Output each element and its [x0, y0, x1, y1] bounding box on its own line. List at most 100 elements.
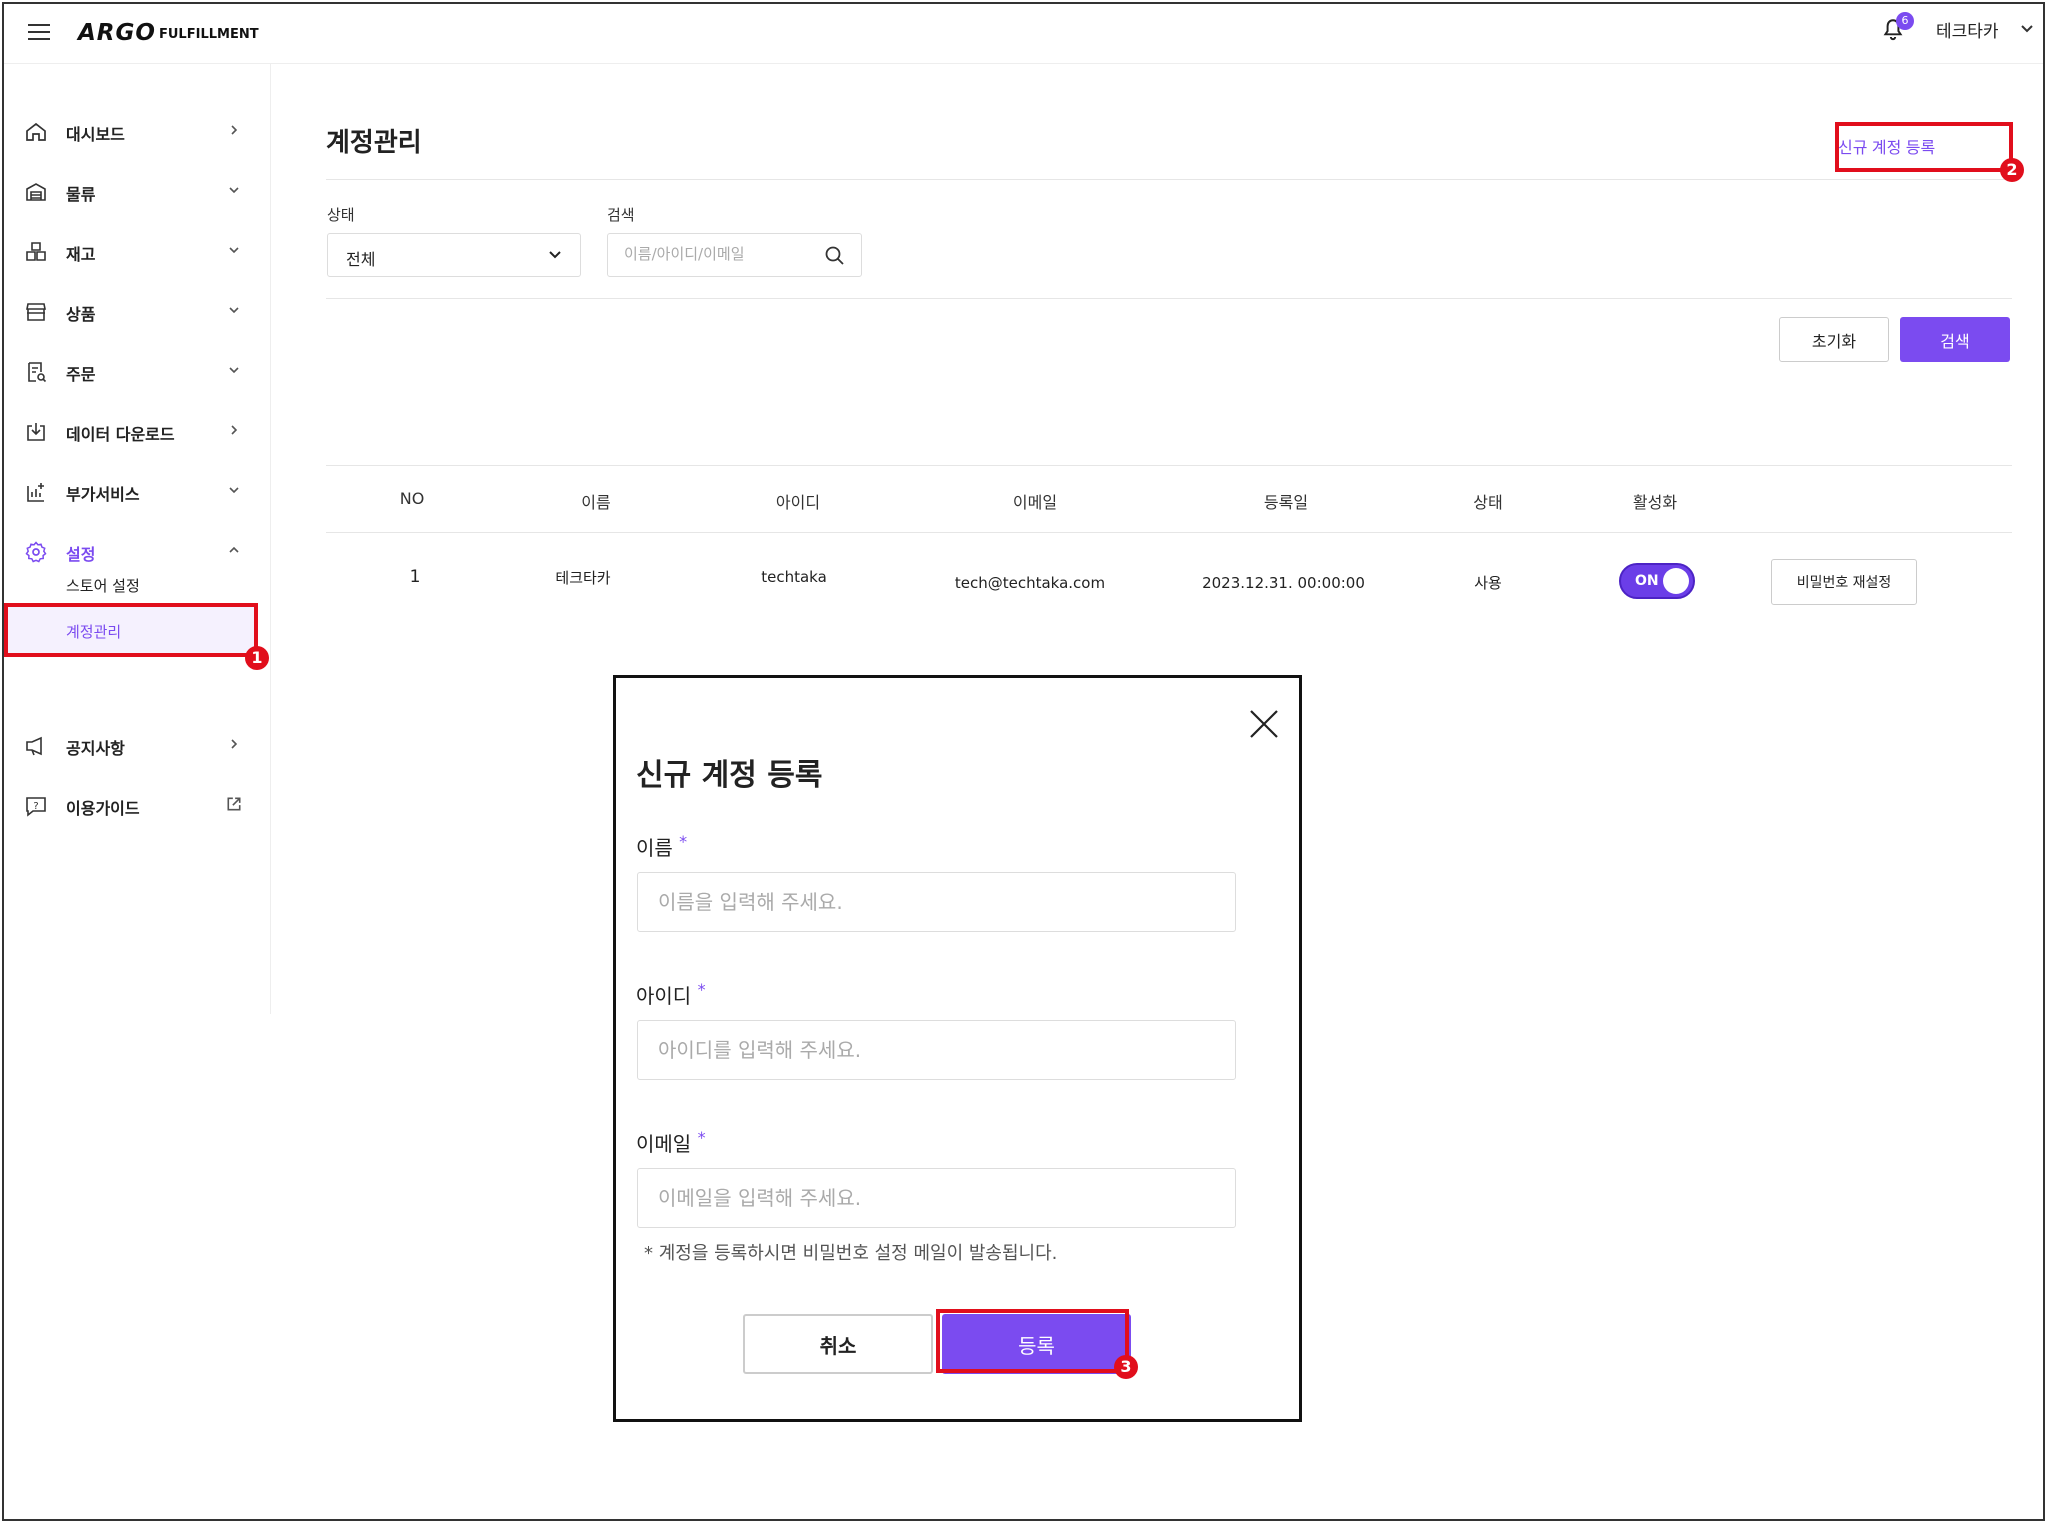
- sidebar-item-label: 물류: [66, 185, 96, 204]
- chevron-down-icon[interactable]: [2020, 24, 2034, 34]
- sidebar-item-label: 데이터 다운로드: [66, 425, 175, 444]
- title-divider: [326, 179, 2012, 180]
- table-header-email: 이메일: [1012, 493, 1058, 512]
- download-icon: [27, 423, 45, 441]
- table-header-no: NO: [399, 489, 425, 508]
- status-filter-label: 상태: [327, 206, 355, 224]
- required-mark: *: [679, 832, 688, 851]
- sidebar-subitem-store-settings[interactable]: 스토어 설정: [66, 575, 140, 596]
- user-menu-name[interactable]: 테크타카: [1936, 17, 1999, 42]
- sidebar: 대시보드 물류 재고 상품 주문 데이터 다운로드 부가서비스 설정 스토어 설…: [4, 64, 271, 1014]
- brand-logo[interactable]: ARGO: [78, 20, 156, 46]
- notification-badge: 6: [1896, 12, 1914, 30]
- chevron-down-icon: [229, 247, 239, 254]
- search-field[interactable]: [607, 233, 862, 277]
- step-marker-3: 3: [1114, 1355, 1138, 1379]
- chevron-up-icon: [229, 546, 239, 553]
- table-top-divider: [326, 465, 2012, 466]
- cell-registered: 2023.12.31. 00:00:00: [1202, 574, 1365, 592]
- cancel-button[interactable]: 취소: [743, 1314, 933, 1374]
- cell-email: tech@techtaka.com: [954, 574, 1106, 592]
- sidebar-item-label: 이용가이드: [66, 799, 140, 818]
- cell-status: 사용: [1474, 574, 1502, 592]
- warehouse-icon: [26, 183, 46, 201]
- external-link-icon: [227, 797, 241, 811]
- highlight-box-new-account: [1835, 122, 2013, 172]
- highlight-box-submit: [936, 1309, 1129, 1373]
- boxes-icon: [26, 242, 46, 261]
- id-field-label: 아이디 *: [636, 980, 706, 1009]
- search-filter-label: 검색: [607, 206, 635, 224]
- sidebar-item-user-guide[interactable]: ? 이용가이드: [4, 784, 271, 824]
- sidebar-item-extra-services[interactable]: 부가서비스: [4, 470, 271, 510]
- sidebar-item-label: 상품: [66, 305, 96, 324]
- chevron-right-icon: [231, 739, 238, 749]
- id-label-text: 아이디: [636, 984, 692, 1008]
- step-marker-2: 2: [2000, 158, 2024, 182]
- status-select-value: 전체: [346, 250, 376, 269]
- svg-text:?: ?: [33, 801, 38, 812]
- sidebar-item-label: 주문: [66, 365, 96, 384]
- hamburger-menu-icon[interactable]: [28, 24, 50, 40]
- sidebar-item-products[interactable]: 상품: [4, 290, 271, 330]
- status-select[interactable]: 전체: [327, 233, 581, 277]
- sidebar-item-logistics[interactable]: 물류: [4, 170, 271, 210]
- reset-button[interactable]: 초기화: [1779, 317, 1889, 362]
- required-mark: *: [697, 980, 706, 999]
- chevron-down-icon: [229, 367, 239, 374]
- chevron-down-icon: [229, 187, 239, 194]
- sidebar-item-inventory[interactable]: 재고: [4, 230, 271, 270]
- megaphone-icon: [26, 736, 42, 756]
- highlight-box-sidebar: [4, 603, 258, 657]
- search-icon[interactable]: [824, 245, 846, 267]
- cell-id: techtaka: [761, 568, 827, 586]
- sidebar-item-label: 공지사항: [66, 739, 125, 758]
- reset-password-button[interactable]: 비밀번호 재설정: [1771, 559, 1917, 605]
- page-title: 계정관리: [326, 128, 422, 158]
- sidebar-item-label: 설정: [66, 545, 96, 564]
- email-field[interactable]: [637, 1168, 1236, 1228]
- table-header-active: 활성화: [1632, 493, 1678, 512]
- sidebar-item-label: 부가서비스: [66, 485, 140, 504]
- help-icon: ?: [26, 797, 46, 817]
- table-header-name: 이름: [581, 493, 611, 512]
- modal-title: 신규 계정 등록: [636, 758, 823, 793]
- sidebar-item-label: 재고: [66, 245, 96, 264]
- required-mark: *: [697, 1128, 706, 1147]
- id-field[interactable]: [637, 1020, 1236, 1080]
- chevron-down-icon: [549, 251, 561, 259]
- store-icon: [26, 303, 46, 321]
- id-input[interactable]: [658, 1038, 1218, 1062]
- name-field-label: 이름 *: [636, 832, 687, 861]
- sidebar-item-settings[interactable]: 설정: [4, 530, 271, 570]
- filter-divider: [326, 298, 2012, 299]
- home-icon: [26, 122, 46, 141]
- chevron-right-icon: [231, 425, 238, 435]
- table-header-id: 아이디: [775, 493, 821, 512]
- chevron-down-icon: [229, 307, 239, 314]
- chevron-down-icon: [229, 487, 239, 494]
- table-header-divider: [326, 532, 2012, 533]
- sidebar-item-dashboard[interactable]: 대시보드: [4, 110, 271, 150]
- search-button[interactable]: 검색: [1900, 317, 2010, 362]
- table-header-registered: 등록일: [1263, 493, 1309, 512]
- cell-no: 1: [409, 567, 421, 587]
- top-header: ARGO FULFILLMENT 6 테크타카: [4, 4, 2043, 64]
- sidebar-item-orders[interactable]: 주문: [4, 350, 271, 390]
- toggle-label: ON: [1635, 573, 1659, 589]
- sidebar-item-notices[interactable]: 공지사항: [4, 724, 271, 764]
- toggle-knob: [1663, 568, 1689, 594]
- modal-note: * 계정을 등록하시면 비밀번호 설정 메일이 발송됩니다.: [644, 1243, 1058, 1264]
- brand-logo-subtitle: FULFILLMENT: [159, 27, 259, 42]
- search-input[interactable]: [624, 245, 814, 263]
- email-field-label: 이메일 *: [636, 1128, 706, 1157]
- name-field[interactable]: [637, 872, 1236, 932]
- sidebar-item-data-download[interactable]: 데이터 다운로드: [4, 410, 271, 450]
- table-header-status: 상태: [1473, 493, 1503, 512]
- close-icon[interactable]: [1248, 708, 1280, 740]
- email-input[interactable]: [658, 1186, 1218, 1210]
- step-marker-1: 1: [245, 646, 269, 670]
- active-toggle[interactable]: ON: [1619, 563, 1695, 599]
- name-input[interactable]: [658, 890, 1218, 914]
- name-label-text: 이름: [636, 836, 673, 860]
